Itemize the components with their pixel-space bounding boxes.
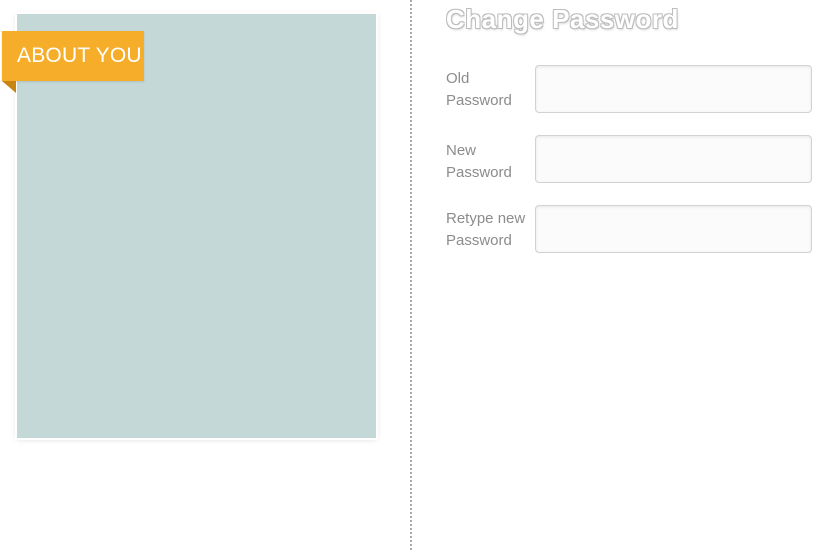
about-you-ribbon: ABOUT YOU	[2, 31, 144, 81]
new-password-label: New Password	[446, 140, 532, 184]
old-password-label: Old Password	[446, 68, 532, 112]
retype-password-label-line2: Password	[446, 232, 512, 249]
old-password-label-line2: Password	[446, 92, 512, 109]
profile-settings-page: ABOUT YOU Change Password Old Password N…	[0, 0, 816, 555]
retype-password-label-line1: Retype new	[446, 210, 526, 227]
old-password-input[interactable]	[535, 65, 812, 113]
old-password-label-line1: Old	[446, 70, 470, 87]
dotted-divider	[410, 0, 412, 550]
new-password-label-line1: New	[446, 142, 477, 159]
retype-password-input[interactable]	[535, 205, 812, 253]
change-password-title: Change Password	[446, 4, 679, 34]
new-password-label-line2: Password	[446, 164, 512, 181]
ribbon-fold-decoration	[2, 81, 16, 93]
new-password-input[interactable]	[535, 135, 812, 183]
retype-password-label: Retype new Password	[446, 208, 532, 252]
